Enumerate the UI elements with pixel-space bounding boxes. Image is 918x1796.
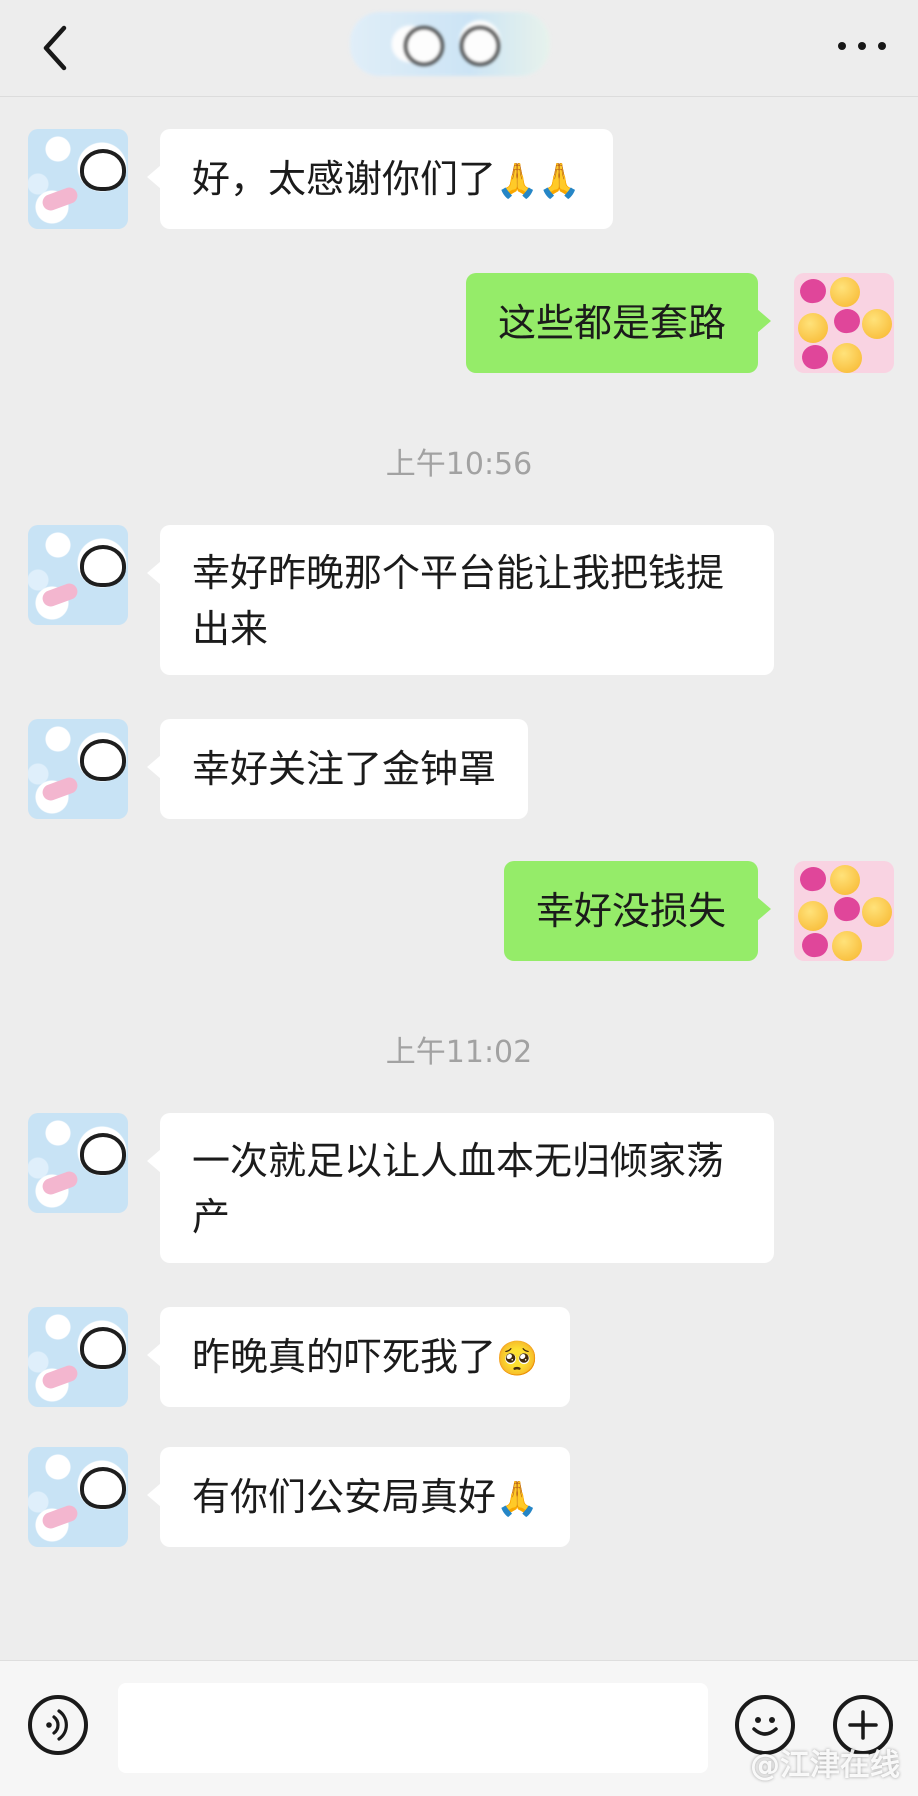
input-bar: @江津在线	[0, 1660, 918, 1796]
contact-avatar[interactable]	[28, 129, 128, 229]
contact-avatar[interactable]	[28, 1307, 128, 1407]
folded-hands-emoji-icon: 🙏🙏	[496, 161, 581, 201]
my-avatar[interactable]	[794, 273, 894, 373]
message-bubble-outgoing[interactable]: 幸好没损失	[503, 861, 772, 961]
message-bubble-incoming[interactable]: 一次就足以让人血本无归倾家荡产	[147, 1113, 774, 1263]
voice-icon	[46, 1709, 68, 1741]
message-text: 好，太感谢你们了	[192, 157, 497, 201]
more-dots-icon	[838, 42, 846, 50]
chat-area[interactable]: 好，太感谢你们了🙏🙏 这些都是套路 上午10:56 幸好昨晚那个平台能让我把钱提…	[0, 97, 918, 1660]
more-button[interactable]	[834, 28, 890, 64]
my-avatar[interactable]	[794, 861, 894, 961]
message-text: 昨晚真的吓死我了	[192, 1335, 497, 1379]
contact-title-avatar	[350, 12, 550, 76]
message-text: 有你们公安局真好	[192, 1475, 497, 1519]
timestamp: 上午10:56	[385, 447, 533, 482]
contact-avatar[interactable]	[28, 1113, 128, 1213]
message-bubble-incoming[interactable]: 幸好关注了金钟罩	[146, 719, 529, 819]
pleading-face-emoji-icon: 🥺	[496, 1339, 539, 1379]
message-text: 这些都是套路	[497, 301, 726, 345]
message-bubble-incoming[interactable]: 有你们公安局真好🙏	[146, 1447, 571, 1547]
back-button[interactable]	[32, 18, 82, 78]
contact-avatar[interactable]	[28, 1447, 128, 1547]
chat-header	[0, 0, 918, 97]
timestamp: 上午11:02	[385, 1035, 533, 1070]
message-bubble-incoming[interactable]: 昨晚真的吓死我了🥺	[146, 1307, 571, 1407]
message-bubble-incoming[interactable]: 好，太感谢你们了🙏🙏	[147, 129, 613, 229]
message-bubble-outgoing[interactable]: 这些都是套路	[465, 273, 772, 373]
voice-button[interactable]	[28, 1695, 88, 1755]
contact-avatar[interactable]	[28, 525, 128, 625]
message-text: 一次就足以让人血本无归倾家荡产	[192, 1139, 725, 1239]
message-bubble-incoming[interactable]: 幸好昨晚那个平台能让我把钱提出来	[147, 525, 774, 675]
message-text: 幸好昨晚那个平台能让我把钱提出来	[192, 551, 725, 651]
watermark: @江津在线	[750, 1748, 900, 1783]
message-input[interactable]	[118, 1683, 708, 1773]
contact-avatar[interactable]	[28, 719, 128, 819]
chevron-left-icon	[43, 25, 67, 71]
folded-hands-emoji-icon: 🙏	[496, 1479, 539, 1519]
message-text: 幸好没损失	[535, 889, 726, 933]
message-text: 幸好关注了金钟罩	[192, 747, 497, 791]
